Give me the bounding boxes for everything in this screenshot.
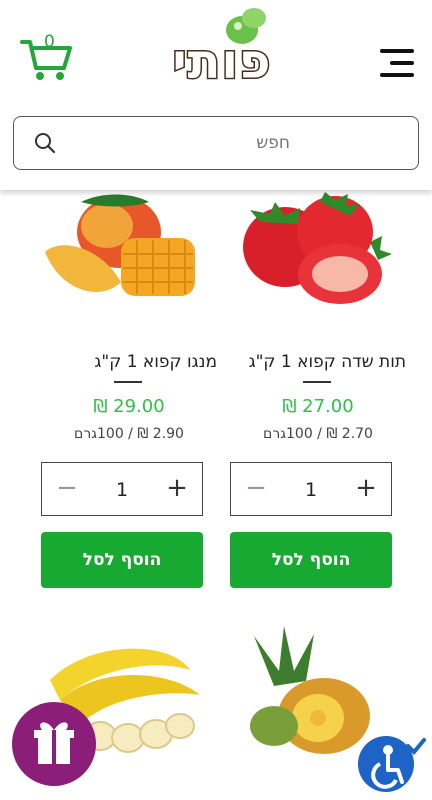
menu-button[interactable] <box>378 46 416 80</box>
unit-price: 2.70 ₪ / 100גרם <box>263 426 373 442</box>
add-to-cart-button[interactable]: הוסף לסל <box>41 532 203 588</box>
quantity-value[interactable]: 1 <box>98 475 146 505</box>
product-title[interactable]: תות שדה קפוא 1 ק"ג <box>230 352 406 372</box>
quantity-stepper: − 1 + <box>230 462 392 516</box>
minus-icon[interactable]: − <box>52 474 82 504</box>
title-divider <box>114 381 142 383</box>
plus-icon[interactable]: + <box>162 474 192 504</box>
search-icon[interactable] <box>34 132 56 154</box>
cart-button[interactable]: 0 <box>20 32 72 82</box>
menu-icon <box>380 49 414 77</box>
accessibility-button[interactable] <box>358 736 426 792</box>
search-input[interactable] <box>70 127 400 159</box>
title-divider <box>303 381 331 383</box>
unit-price: 2.90 ₪ / 100גרם <box>74 426 184 442</box>
minus-icon[interactable]: − <box>241 474 271 504</box>
quantity-stepper: − 1 + <box>41 462 203 516</box>
accessibility-icon <box>371 738 426 789</box>
plus-icon[interactable]: + <box>351 474 381 504</box>
gift-icon <box>34 722 74 764</box>
cart-count: 0 <box>44 32 55 52</box>
mango-image[interactable] <box>41 192 241 312</box>
quantity-value[interactable]: 1 <box>287 475 335 505</box>
search-bar <box>13 116 419 170</box>
logo[interactable]: פותי <box>124 6 320 102</box>
strawberry-image[interactable] <box>230 192 430 312</box>
product-price: ₪ 29.00 <box>93 396 165 417</box>
add-to-cart-button[interactable]: הוסף לסל <box>230 532 392 588</box>
gift-button[interactable] <box>12 702 96 786</box>
product-price: ₪ 27.00 <box>282 396 354 417</box>
logo-text: פותי <box>171 33 272 92</box>
header: 0 פותי <box>0 0 432 190</box>
product-title[interactable]: מנגו קפוא 1 ק"ג <box>41 352 217 372</box>
